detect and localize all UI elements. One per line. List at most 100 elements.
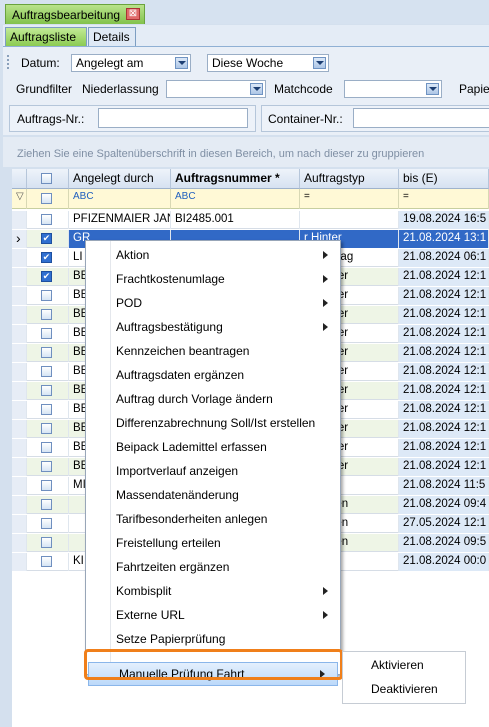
menu-item[interactable]: POD: [86, 292, 340, 316]
menu-item[interactable]: Massendatenänderung: [86, 484, 340, 508]
filter-checkbox[interactable]: [41, 193, 52, 204]
column-header-bis[interactable]: bis (E): [399, 169, 489, 189]
menu-item[interactable]: Auftragsdaten ergänzen: [86, 364, 340, 388]
submenu-item-deaktivieren[interactable]: Deaktivieren: [343, 677, 465, 701]
row-indicator: [12, 553, 27, 571]
window-tab-auftragsbearbeitung[interactable]: Auftragsbearbeitung ⊠: [5, 4, 145, 24]
chevron-down-icon[interactable]: [175, 57, 188, 69]
row-indicator: [12, 534, 27, 552]
chevron-down-icon[interactable]: [250, 83, 263, 95]
row-checkbox[interactable]: [41, 366, 52, 377]
cell-bis: 21.08.2024 12:1: [399, 344, 489, 362]
menu-item-label: Tarifbesonderheiten anlegen: [116, 512, 268, 526]
row-checkbox-cell: [27, 439, 69, 457]
row-checkbox-cell: [27, 249, 69, 267]
datum-label: Datum:: [21, 56, 60, 70]
row-checkbox-cell: [27, 363, 69, 381]
cell-bis: 21.08.2024 12:1: [399, 363, 489, 381]
auftragsnr-input[interactable]: [98, 108, 248, 128]
menu-item[interactable]: Tarifbesonderheiten anlegen: [86, 508, 340, 532]
row-checkbox[interactable]: [41, 328, 52, 339]
row-indicator: [12, 287, 27, 305]
column-header-auftragstyp[interactable]: Auftragstyp: [300, 169, 399, 189]
row-checkbox[interactable]: [41, 499, 52, 510]
menu-item[interactable]: Auftragsbestätigung: [86, 316, 340, 340]
menu-item[interactable]: Aktion: [86, 244, 340, 268]
row-checkbox[interactable]: [41, 309, 52, 320]
row-indicator: [12, 439, 27, 457]
select-all-header[interactable]: [27, 169, 69, 189]
row-checkbox-cell: [27, 534, 69, 552]
row-checkbox[interactable]: [41, 252, 52, 263]
menu-item[interactable]: Importverlauf anzeigen: [86, 460, 340, 484]
row-checkbox[interactable]: [41, 423, 52, 434]
table-row[interactable]: PFIZENMAIER JAN BI2485.001 19.08.2024 16:5: [12, 211, 489, 229]
cell-angelegt: PFIZENMAIER JAN: [69, 211, 171, 229]
cell-bis: 21.08.2024 13:1: [399, 230, 489, 248]
menu-item-label: POD: [116, 296, 143, 310]
filter-cell-auftragsnummer[interactable]: ABC: [171, 189, 300, 209]
filter-icon: ▽: [12, 189, 27, 209]
menu-item[interactable]: Externe URL: [86, 604, 340, 628]
row-indicator: [12, 496, 27, 514]
chevron-down-icon[interactable]: [426, 83, 439, 95]
menu-item-label: Auftragsdaten ergänzen: [116, 368, 245, 382]
column-header-angelegt[interactable]: Angelegt durch: [69, 169, 171, 189]
tab-details[interactable]: Details: [88, 27, 136, 46]
menu-item[interactable]: Kombisplit: [86, 580, 340, 604]
submenu-item-aktivieren[interactable]: Aktivieren: [343, 653, 465, 677]
matchcode-select[interactable]: [344, 80, 442, 98]
row-indicator: [12, 306, 27, 324]
row-checkbox[interactable]: [41, 214, 52, 225]
cell-typ: [300, 211, 399, 229]
menu-item-label: Setze Papierprüfung: [116, 632, 226, 646]
row-indicator: [12, 458, 27, 476]
filter-cell-auftragstyp[interactable]: =: [300, 189, 399, 209]
papier-label: Papie: [459, 82, 489, 96]
row-checkbox[interactable]: [41, 271, 52, 282]
menu-item[interactable]: Beipack Lademittel erfassen: [86, 436, 340, 460]
chevron-right-icon: [323, 323, 328, 331]
menu-item[interactable]: Kennzeichen beantragen: [86, 340, 340, 364]
chevron-down-icon[interactable]: [313, 57, 326, 69]
cell-bis: 21.08.2024 12:1: [399, 458, 489, 476]
row-checkbox[interactable]: [41, 233, 52, 244]
filter-cell-angelegt[interactable]: ABC: [69, 189, 171, 209]
grundfilter-label: Grundfilter: [16, 82, 73, 96]
group-by-area[interactable]: Ziehen Sie eine Spaltenüberschrift in di…: [3, 137, 489, 167]
row-checkbox[interactable]: [41, 385, 52, 396]
datum-mode-select[interactable]: Angelegt am: [71, 54, 191, 72]
cell-bis: 21.08.2024 12:1: [399, 268, 489, 286]
row-checkbox[interactable]: [41, 537, 52, 548]
chevron-right-icon: [323, 587, 328, 595]
row-checkbox[interactable]: [41, 480, 52, 491]
menu-item[interactable]: Frachtkostenumlage: [86, 268, 340, 292]
row-checkbox[interactable]: [41, 556, 52, 567]
row-indicator: [12, 477, 27, 495]
niederlassung-select[interactable]: [166, 80, 266, 98]
cell-nr: BI2485.001: [171, 211, 300, 229]
tab-auftragsliste[interactable]: Auftragsliste: [5, 27, 87, 46]
row-checkbox[interactable]: [41, 290, 52, 301]
filter-cell-bis[interactable]: =: [399, 189, 489, 209]
menu-item[interactable]: Differenzabrechnung Soll/Ist erstellen: [86, 412, 340, 436]
row-checkbox-cell: [27, 211, 69, 229]
row-checkbox[interactable]: [41, 442, 52, 453]
menu-item-label: Freistellung erteilen: [116, 536, 221, 550]
row-checkbox[interactable]: [41, 404, 52, 415]
menu-item[interactable]: Fahrtzeiten ergänzen: [86, 556, 340, 580]
select-all-checkbox[interactable]: [41, 173, 52, 184]
close-icon[interactable]: ⊠: [126, 8, 140, 20]
menu-item[interactable]: Auftrag durch Vorlage ändern: [86, 388, 340, 412]
cell-bis: 21.08.2024 12:1: [399, 306, 489, 324]
submenu: Aktivieren Deaktivieren: [342, 651, 466, 704]
row-checkbox[interactable]: [41, 347, 52, 358]
row-checkbox[interactable]: [41, 461, 52, 472]
context-menu: Aktion Frachtkostenumlage POD Auftragsbestä…: [85, 240, 341, 686]
column-header-auftragsnummer[interactable]: Auftragsnummer *: [171, 169, 300, 189]
row-checkbox[interactable]: [41, 518, 52, 529]
grip-handle[interactable]: [7, 55, 13, 69]
containernr-input[interactable]: [353, 108, 489, 128]
datum-period-select[interactable]: Diese Woche: [207, 54, 329, 72]
menu-item[interactable]: Freistellung erteilen: [86, 532, 340, 556]
